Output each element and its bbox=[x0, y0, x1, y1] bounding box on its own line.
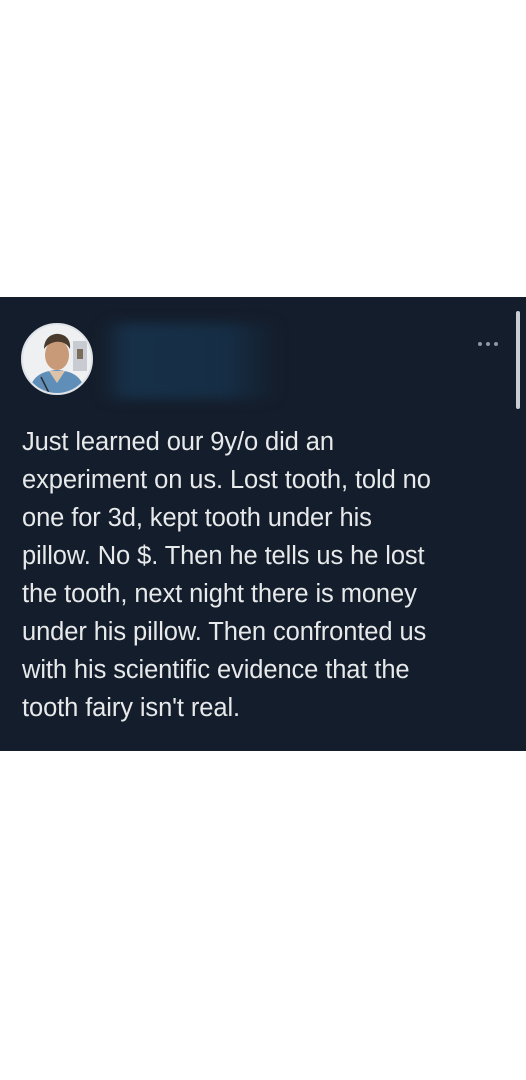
avatar-photo bbox=[23, 325, 91, 393]
scrollbar[interactable] bbox=[516, 311, 520, 409]
page: Just learned our 9y/o did an experiment … bbox=[0, 0, 526, 1080]
more-options-icon[interactable] bbox=[476, 337, 500, 351]
redacted-author-name bbox=[100, 323, 280, 399]
tweet-text: Just learned our 9y/o did an experiment … bbox=[22, 428, 431, 722]
avatar[interactable] bbox=[21, 323, 93, 395]
tweet-card[interactable]: Just learned our 9y/o did an experiment … bbox=[0, 297, 526, 751]
